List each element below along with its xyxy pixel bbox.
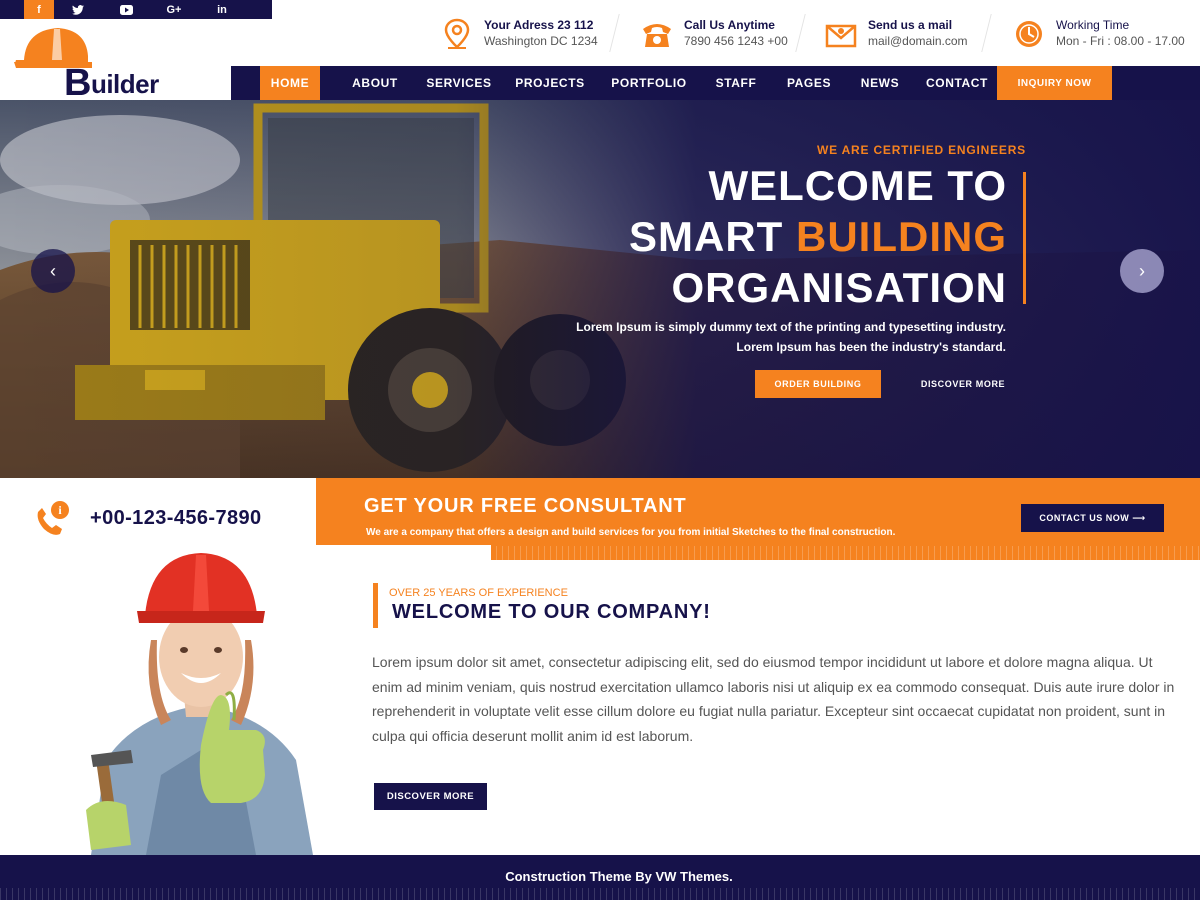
call-sub[interactable]: 7890 456 1243 +00 — [684, 33, 788, 49]
mail-icon — [825, 24, 857, 48]
nav-item-news[interactable]: NEWS — [851, 66, 909, 100]
hero-slider: WE ARE CERTIFIED ENGINEERS WELCOME TO SM… — [0, 100, 1200, 478]
hero-title-line-1: WELCOME TO — [708, 162, 1007, 209]
mail-info: Send us a mail mail@domain.com — [824, 17, 968, 51]
footer: Construction Theme By VW Themes. — [0, 855, 1200, 900]
facebook-icon[interactable]: f — [24, 0, 54, 19]
phone-info-icon: i — [37, 501, 69, 535]
about-discover-more-button[interactable]: DISCOVER MORE — [374, 783, 487, 810]
nav-item-projects[interactable]: PROJECTS — [511, 66, 589, 100]
slider-next-button[interactable]: › — [1120, 249, 1164, 293]
call-title: Call Us Anytime — [684, 18, 775, 32]
hero-accent-line — [1023, 172, 1026, 304]
inquiry-now-button[interactable]: INQUIRY NOW — [997, 66, 1112, 100]
nav-item-staff[interactable]: STAFF — [705, 66, 767, 100]
twitter-icon[interactable] — [54, 0, 102, 19]
nav-item-portfolio[interactable]: PORTFOLIO — [607, 66, 691, 100]
nav-item-home[interactable]: HOME — [260, 66, 320, 100]
order-building-button[interactable]: ORDER BUILDING — [755, 370, 881, 398]
phone-number[interactable]: +00-123-456-7890 — [90, 507, 262, 530]
nav-item-contact[interactable]: CONTACT — [921, 66, 993, 100]
social-bar: f G+ in — [0, 0, 272, 19]
main-nav: HOME ABOUT SERVICES PROJECTS PORTFOLIO S… — [231, 66, 1200, 100]
hero-subtitle-line-2: Lorem Ipsum has been the industry's stan… — [736, 340, 1006, 354]
about-title: WELCOME TO OUR COMPANY! — [392, 601, 711, 623]
consultant-title: GET YOUR FREE CONSULTANT — [364, 495, 687, 517]
about-accent-bar — [373, 583, 378, 628]
mail-title: Send us a mail — [868, 18, 953, 32]
nav-item-pages[interactable]: PAGES — [779, 66, 839, 100]
hero-title-line-3: ORGANISATION — [671, 264, 1007, 311]
hero-eyebrow: WE ARE CERTIFIED ENGINEERS — [816, 143, 1026, 157]
youtube-icon[interactable] — [102, 0, 150, 19]
time-title: Working Time — [1056, 18, 1130, 32]
nav-item-about[interactable]: ABOUT — [345, 66, 405, 100]
logo-text: Builder — [64, 62, 159, 104]
linkedin-icon[interactable]: in — [198, 0, 246, 19]
divider — [795, 14, 806, 52]
nav-item-services[interactable]: SERVICES — [421, 66, 497, 100]
mail-sub[interactable]: mail@domain.com — [868, 33, 968, 49]
divider — [981, 14, 992, 52]
phone-block: i +00-123-456-7890 — [32, 498, 262, 538]
about-eyebrow: OVER 25 YEARS OF EXPERIENCE — [389, 587, 568, 599]
location-pin-icon — [444, 18, 470, 49]
hero-title-line-2: SMART BUILDING — [629, 213, 1007, 260]
contact-us-now-button[interactable]: CONTACT US NOW ⟶ — [1021, 504, 1164, 532]
hero-subtitle-line-1: Lorem Ipsum is simply dummy text of the … — [576, 320, 1006, 334]
working-time-info: Working Time Mon - Fri : 08.00 - 17.00 — [1012, 17, 1185, 51]
footer-credit[interactable]: Construction Theme By VW Themes. — [0, 869, 1200, 884]
address-info: Your Adress 23 112 Washington DC 1234 — [440, 17, 598, 51]
call-info: Call Us Anytime 7890 456 1243 +00 — [640, 17, 788, 51]
about-paragraph: Lorem ipsum dolor sit amet, consectetur … — [372, 654, 1175, 744]
consultant-description: We are a company that offers a design an… — [366, 527, 896, 538]
clock-icon — [1016, 21, 1042, 47]
ruler-pattern — [0, 888, 1200, 900]
address-sub: Washington DC 1234 — [484, 34, 598, 48]
time-sub: Mon - Fri : 08.00 - 17.00 — [1056, 34, 1185, 48]
google-plus-icon[interactable]: G+ — [150, 0, 198, 19]
slider-prev-button[interactable]: ‹ — [31, 249, 75, 293]
builder-logo[interactable]: Builder — [14, 24, 174, 104]
telephone-icon — [643, 24, 671, 47]
divider — [609, 14, 620, 52]
hero-discover-more-button[interactable]: DISCOVER MORE — [910, 370, 1016, 398]
address-title: Your Adress 23 112 — [484, 18, 594, 32]
